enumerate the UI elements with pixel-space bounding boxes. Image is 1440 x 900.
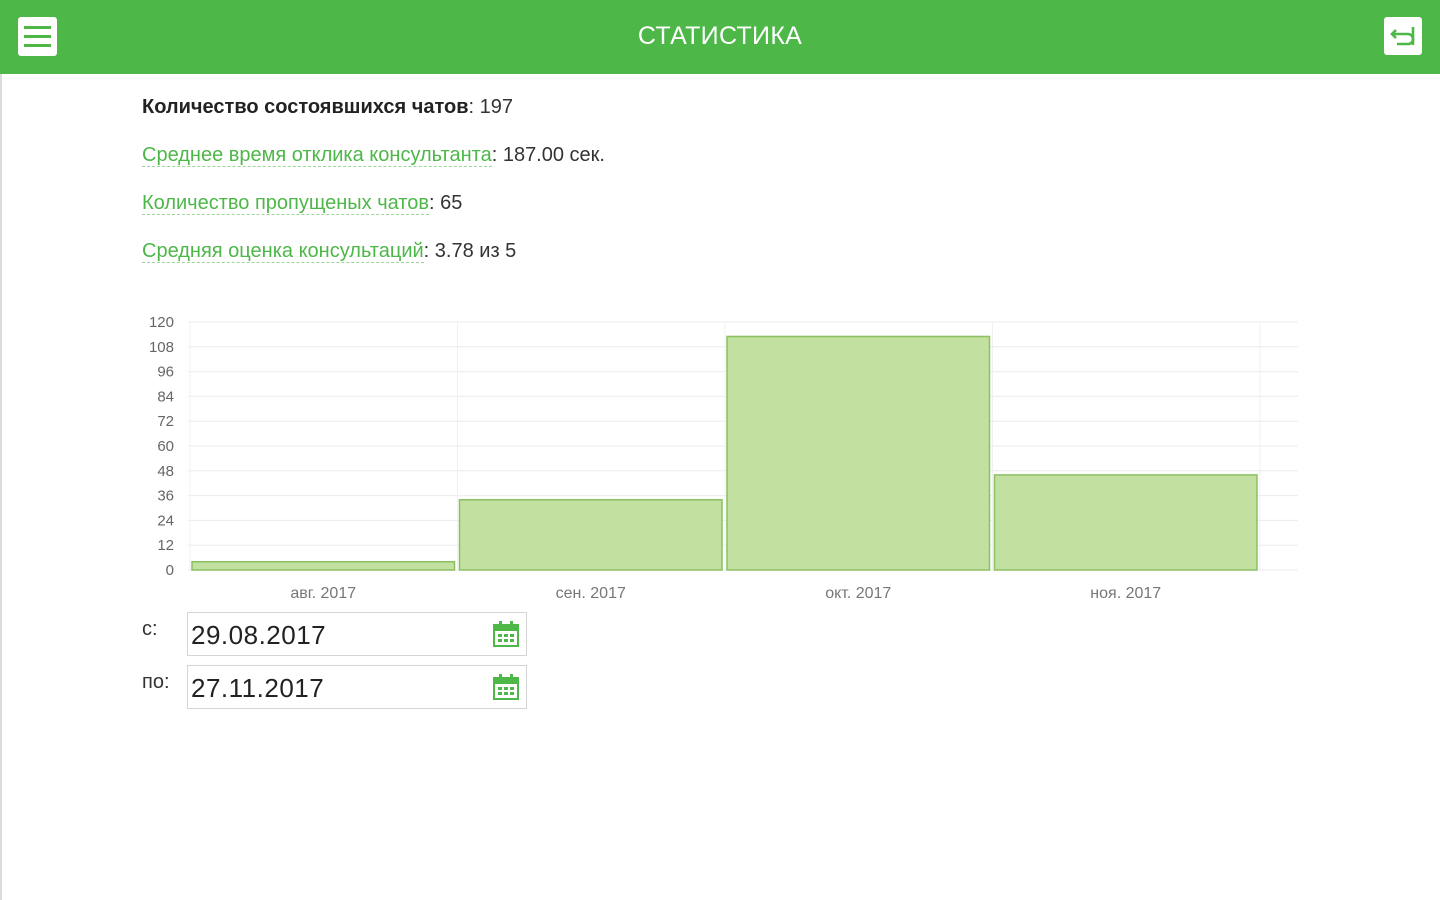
y-tick-label: 24 [157,512,174,529]
chats-bar-chart: 0 12 24 36 48 60 72 84 96 108 120 авг. 2017 сен. 201… [149,314,1298,602]
stat-value: : 187.00 сек. [491,144,605,166]
y-tick-label: 36 [157,488,174,505]
y-tick-label: 12 [157,537,174,554]
date-from-label: с: [142,618,158,640]
stat-completed-chats: Количество состоявшихся чатов: 197 [142,94,605,142]
stat-link[interactable]: Средняя оценка консультаций [142,240,424,263]
date-from-input[interactable]: 29.08.2017 [187,612,527,656]
calendar-icon[interactable] [492,673,520,701]
stat-value: : 3.78 из 5 [423,240,517,262]
x-tick-label: авг. 2017 [290,585,356,602]
bar [726,335,991,571]
statistics-screen: СТАТИСТИКА Количество состоявшихся чатов… [0,0,1440,900]
stat-value: : 197 [468,96,513,118]
bar [458,498,723,571]
y-tick-label: 72 [157,413,174,430]
stat-avg-response-time: Среднее время отклика консультанта: 187.… [142,142,605,190]
y-tick-label: 48 [157,463,174,480]
date-to-value: 27.11.2017 [191,673,325,703]
y-tick-label: 120 [149,314,174,331]
y-tick-label: 60 [157,438,174,455]
back-arrow-icon [1390,27,1415,46]
stats-summary: Количество состоявшихся чатов: 197 Средн… [142,94,605,286]
date-to-label: по: [142,671,170,693]
date-from-value: 29.08.2017 [191,620,327,650]
page-title: СТАТИСТИКА [637,22,803,50]
x-tick-label: ноя. 2017 [1090,585,1161,602]
y-tick-label: 96 [157,364,174,381]
bar [993,474,1258,571]
date-to-input[interactable]: 27.11.2017 [187,665,527,709]
left-edge-divider [0,74,2,900]
stat-label: Количество состоявшихся чатов [142,96,469,118]
stat-link[interactable]: Количество пропущеных чатов [142,192,429,215]
bar [191,560,456,571]
x-tick-label: окт. 2017 [825,585,891,602]
top-app-bar: СТАТИСТИКА [0,0,1440,74]
calendar-icon[interactable] [492,620,520,648]
stat-avg-rating: Средняя оценка консультаций: 3.78 из 5 [142,238,605,286]
y-tick-label: 108 [149,339,174,356]
y-tick-label: 0 [166,562,174,579]
back-button[interactable] [1384,17,1422,55]
stat-value: : 65 [428,192,463,214]
x-tick-label: сен. 2017 [556,585,626,602]
stat-link[interactable]: Среднее время отклика консультанта [142,144,492,167]
stat-missed-chats: Количество пропущеных чатов: 65 [142,190,605,238]
y-tick-label: 84 [157,388,174,405]
